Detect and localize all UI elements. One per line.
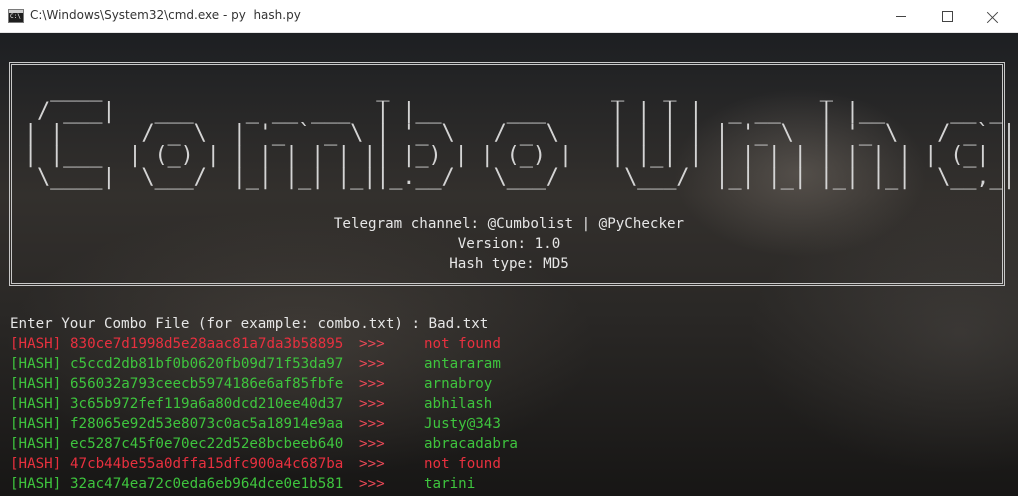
arrow-marker: >>> xyxy=(359,376,385,392)
hash-tag: [HASH] xyxy=(10,436,62,452)
hash-result: tarini xyxy=(424,476,476,492)
hash-result-row: [HASH] 3c65b972fef119a6a80dcd210ee40d37 … xyxy=(10,394,518,414)
hash-result: abracadabra xyxy=(424,436,518,452)
hash-value: 3c65b972fef119a6a80dcd210ee40d37 xyxy=(70,396,344,412)
arrow-marker: >>> xyxy=(359,416,385,432)
telegram-channel-text: Telegram channel: @Cumbolist | @PyChecke… xyxy=(333,216,685,232)
hash-result-list: [HASH] 830ce7d1998d5e28aac81a7da3b58895 … xyxy=(10,334,518,494)
hash-value: f28065e92d53e8073c0ac5a18914e9aa xyxy=(70,416,344,432)
hash-result-row: [HASH] f28065e92d53e8073c0ac5a18914e9aa … xyxy=(10,414,518,434)
hash-result: not found xyxy=(424,336,501,352)
arrow-marker: >>> xyxy=(359,396,385,412)
window-title: C:\Windows\System32\cmd.exe - py hash.py xyxy=(30,8,301,22)
hash-value: 32ac474ea72c0eda6eb964dce0e1b581 xyxy=(70,476,344,492)
hash-result: arnabroy xyxy=(424,376,493,392)
hash-tag: [HASH] xyxy=(10,376,62,392)
hash-value: 47cb44be55a0dffa15dfc900a4c687ba xyxy=(70,456,344,472)
minimize-icon xyxy=(896,16,906,17)
hash-value: 830ce7d1998d5e28aac81a7da3b58895 xyxy=(70,336,344,352)
hash-result: antararam xyxy=(424,356,501,372)
hash-result-row: [HASH] 47cb44be55a0dffa15dfc900a4c687ba … xyxy=(10,454,518,474)
hash-tag: [HASH] xyxy=(10,356,62,372)
title-bar[interactable]: C:\Windows\System32\cmd.exe - py hash.py xyxy=(0,0,1018,33)
close-icon xyxy=(987,11,999,23)
console-output[interactable]: ____ _ _ _ _ _ / ___| ___ _ __ ___ | |__… xyxy=(0,33,1018,496)
maximize-icon xyxy=(941,11,953,22)
hash-tag: [HASH] xyxy=(10,456,62,472)
ascii-logo: ____ _ _ _ _ _ / ___| ___ _ __ ___ | |__… xyxy=(24,77,1016,190)
version-text: Version: 1.0 xyxy=(457,236,561,252)
arrow-marker: >>> xyxy=(359,476,385,492)
hash-tag: [HASH] xyxy=(10,336,62,352)
hash-result-row: [HASH] 32ac474ea72c0eda6eb964dce0e1b581 … xyxy=(10,474,518,494)
hash-result: not found xyxy=(424,456,501,472)
hash-result-row: [HASH] c5ccd2db81bf0b0620fb09d71f53da97 … xyxy=(10,354,518,374)
arrow-marker: >>> xyxy=(359,336,385,352)
close-button[interactable] xyxy=(970,0,1016,33)
hash-value: 656032a793ceecb5974186e6af85fbfe xyxy=(70,376,344,392)
arrow-marker: >>> xyxy=(359,456,385,472)
combo-file-prompt: Enter Your Combo File (for example: comb… xyxy=(10,316,489,332)
hash-result-row: [HASH] 830ce7d1998d5e28aac81a7da3b58895 … xyxy=(10,334,518,354)
hash-tag: [HASH] xyxy=(10,396,62,412)
minimize-button[interactable] xyxy=(878,0,924,33)
hash-value: ec5287c45f0e70ec22d52e8bcbeeb640 xyxy=(70,436,344,452)
hash-tag: [HASH] xyxy=(10,416,62,432)
hash-type-text: Hash type: MD5 xyxy=(449,256,569,272)
hash-result: abhilash xyxy=(424,396,493,412)
hash-tag: [HASH] xyxy=(10,476,62,492)
maximize-button[interactable] xyxy=(924,0,970,33)
hash-result-row: [HASH] 656032a793ceecb5974186e6af85fbfe … xyxy=(10,374,518,394)
hash-result-row: [HASH] ec5287c45f0e70ec22d52e8bcbeeb640 … xyxy=(10,434,518,454)
hash-value: c5ccd2db81bf0b0620fb09d71f53da97 xyxy=(70,356,344,372)
cmd-icon[interactable] xyxy=(8,9,24,23)
arrow-marker: >>> xyxy=(359,436,385,452)
arrow-marker: >>> xyxy=(359,356,385,372)
hash-result: Justy@343 xyxy=(424,416,501,432)
